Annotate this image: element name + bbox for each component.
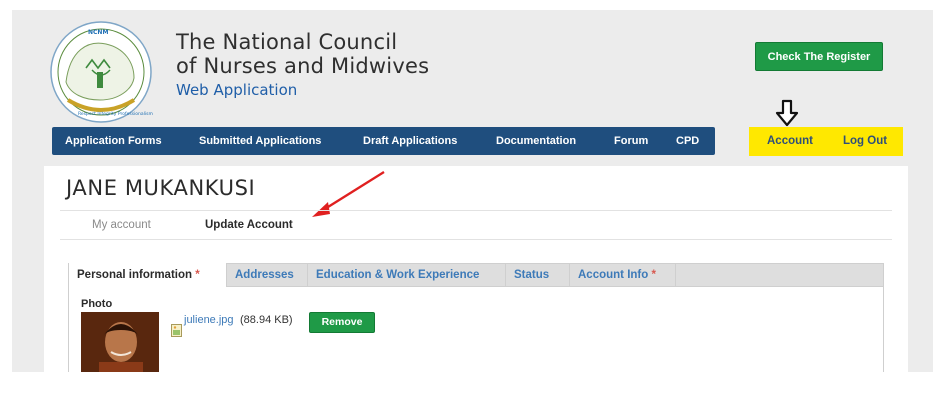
tab-addresses[interactable]: Addresses — [227, 263, 308, 287]
ncnm-logo[interactable]: NCNM Respect Integrity Professionalism — [48, 20, 154, 124]
logo-badge-text: NCNM — [88, 29, 108, 36]
account-highlight: Account Log Out — [749, 127, 903, 156]
account-subtabs: My account Update Account — [60, 210, 892, 240]
account-link[interactable]: Account — [767, 127, 813, 156]
tab-my-account[interactable]: My account — [92, 211, 151, 239]
tab-education-work-experience[interactable]: Education & Work Experience — [308, 263, 506, 287]
down-arrow-icon — [775, 99, 799, 127]
required-mark: * — [195, 269, 200, 281]
brand-line-2: of Nurses and Midwives — [176, 54, 430, 78]
check-register-button[interactable]: Check The Register — [755, 42, 883, 71]
logo-motto: Respect Integrity Professionalism — [78, 111, 153, 117]
content-panel: JANE MUKANKUSI My account Update Account… — [44, 166, 908, 372]
tab-label: Personal information — [77, 269, 193, 281]
nav-cpd[interactable]: CPD — [676, 127, 699, 155]
brand-line-1: The National Council — [176, 30, 398, 54]
nav-documentation[interactable]: Documentation — [496, 127, 576, 155]
personal-info-form: Photo juliene.jpg (88.94 KB) Remove — [68, 286, 884, 372]
required-mark: * — [651, 269, 656, 281]
remove-photo-button[interactable]: Remove — [309, 312, 375, 333]
form-tabs: Personal information * Addresses Educati… — [68, 263, 884, 287]
tab-account-info[interactable]: Account Info * — [570, 263, 676, 287]
tab-update-account[interactable]: Update Account — [205, 211, 293, 239]
nav-forum[interactable]: Forum — [614, 127, 648, 155]
tab-personal-information[interactable]: Personal information * — [69, 263, 227, 287]
photo-file-link[interactable]: juliene.jpg — [184, 314, 234, 326]
main-nav: Application Forms Submitted Applications… — [52, 127, 715, 155]
tab-status[interactable]: Status — [506, 263, 570, 287]
brand-subtitle: Web Application — [176, 81, 298, 99]
brand-title: The National Council of Nurses and Midwi… — [176, 30, 429, 101]
tab-label: Account Info — [578, 269, 649, 281]
nav-draft-applications[interactable]: Draft Applications — [363, 127, 457, 155]
profile-photo — [81, 312, 159, 372]
photo-file-size: (88.94 KB) — [240, 314, 293, 326]
nav-application-forms[interactable]: Application Forms — [65, 127, 162, 155]
nav-submitted-applications[interactable]: Submitted Applications — [199, 127, 321, 155]
photo-label: Photo — [81, 298, 113, 310]
page-title: JANE MUKANKUSI — [66, 176, 256, 200]
image-file-icon — [171, 324, 182, 337]
logout-link[interactable]: Log Out — [843, 127, 887, 156]
